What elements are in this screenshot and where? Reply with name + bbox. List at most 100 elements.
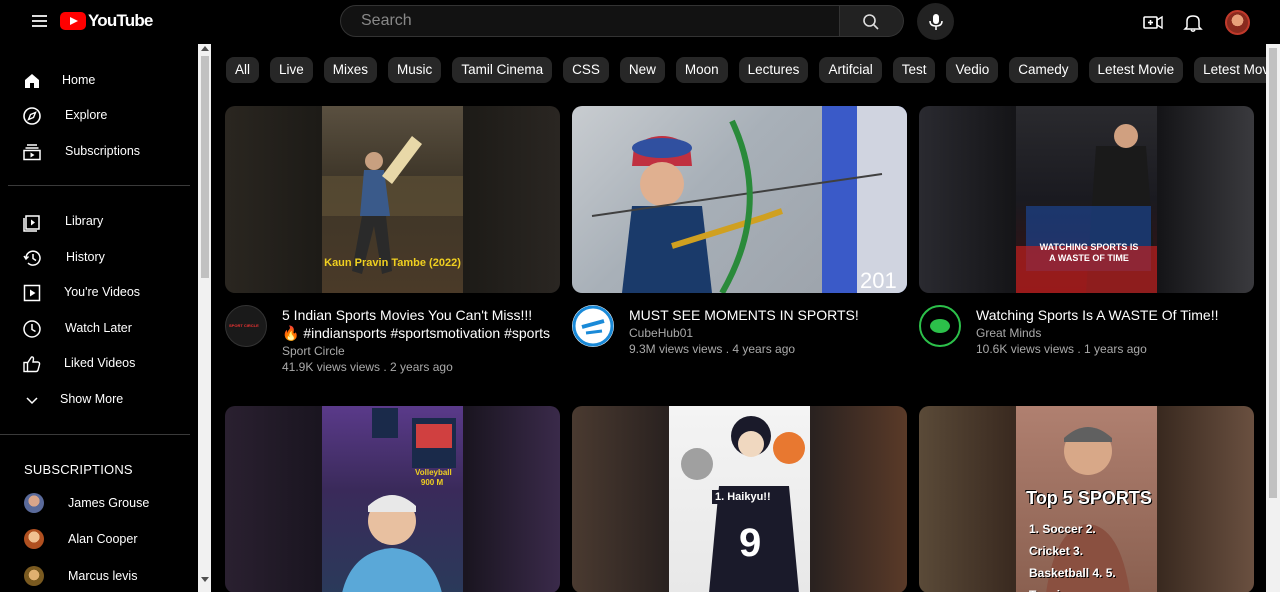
sidebar-item-liked-videos[interactable]: Liked Videos — [0, 346, 197, 380]
video-title[interactable]: MUST SEE MOMENTS IN SPORTS! — [629, 306, 899, 324]
thumbnail-caption: Top 5 SPORTS — [1026, 488, 1152, 508]
sidebar-item-label: Library — [65, 214, 104, 228]
hamburger-menu-icon[interactable] — [28, 12, 50, 30]
subscription-label: Marcus levis — [68, 569, 138, 583]
video-meta: 10.6K views views . 1 years ago — [976, 342, 1147, 356]
thumbnail-caption: WATCHING SPORTS IS A WASTE OF TIME — [1039, 242, 1139, 263]
thumbnail-caption: Kaun Pravin Tambe (2022) — [324, 257, 461, 269]
sidebar-item-label: Subscriptions — [65, 144, 141, 158]
create-video-button[interactable] — [1142, 11, 1164, 33]
thumbnail-caption: 1. Haikyu!! — [712, 490, 774, 504]
subscription-label: Alan Cooper — [68, 532, 138, 546]
sidebar-item-history[interactable]: History — [0, 240, 197, 274]
chip-test[interactable]: Test — [892, 57, 936, 83]
search-icon — [863, 14, 879, 30]
main-scroll-thumb[interactable] — [1269, 48, 1277, 498]
chip-new[interactable]: New — [619, 57, 665, 83]
sidebar-subscription-item[interactable]: James Grouse — [0, 486, 197, 520]
sidebar-scrollbar[interactable] — [198, 44, 211, 592]
archer-graphic — [591, 106, 907, 293]
voice-search-button[interactable] — [917, 3, 954, 40]
sidebar-scroll-thumb[interactable] — [201, 56, 209, 278]
youtube-play-icon — [60, 12, 86, 30]
chip-music[interactable]: Music — [388, 57, 442, 83]
main-scrollbar[interactable] — [1266, 44, 1280, 592]
search-button[interactable] — [840, 5, 904, 37]
sidebar-item-show-more[interactable]: Show More — [0, 382, 197, 416]
video-thumbnail[interactable]: Kaun Pravin Tambe (2022) — [225, 106, 560, 293]
sidebar-item-explore[interactable]: Explore — [0, 98, 197, 132]
video-thumbnail[interactable]: 9 1. Haikyu!! — [572, 406, 907, 592]
chip-lectures[interactable]: Lectures — [738, 57, 809, 83]
chip-mixes[interactable]: Mixes — [323, 57, 378, 83]
chip-letest-movie[interactable]: Letest Movie — [1088, 57, 1184, 83]
thumbnail-image — [322, 406, 463, 592]
search-box — [340, 5, 840, 37]
sports-rant-graphic — [1016, 124, 1157, 293]
chip-camedy[interactable]: Camedy — [1009, 57, 1078, 83]
logo-text: YouTube — [88, 11, 153, 30]
channel-avatar-text: SPORT CIRCLE — [229, 323, 259, 328]
search-input[interactable] — [341, 6, 839, 36]
user-avatar[interactable] — [1225, 10, 1250, 35]
filter-chips-bar: All Live Mixes Music Tamil Cinema CSS New Moon L… — [226, 57, 1266, 83]
channel-name[interactable]: Great Minds — [976, 326, 1041, 340]
video-meta: 41.9K views views . 2 years ago — [282, 360, 453, 374]
channel-avatar[interactable]: SPORT CIRCLE — [225, 305, 267, 347]
chip-tamil-cinema[interactable]: Tamil Cinema — [452, 57, 553, 83]
chip-letest-movie-2[interactable]: Letest Movie — [1194, 57, 1266, 83]
video-title[interactable]: 5 Indian Sports Movies You Can't Miss!!!… — [282, 306, 552, 342]
sidebar: Home Explore Subscriptions Library Histo… — [0, 44, 211, 592]
video-title[interactable]: Watching Sports Is A WASTE Of Time!! — [976, 306, 1246, 324]
scroll-up-arrow-icon[interactable] — [201, 46, 209, 51]
channel-avatar — [24, 529, 44, 549]
subscription-label: James Grouse — [68, 496, 150, 510]
video-thumbnail[interactable]: Volleyball 900 M — [225, 406, 560, 592]
video-add-icon — [1143, 15, 1163, 30]
play-square-icon — [23, 284, 41, 302]
channel-name[interactable]: CubeHub01 — [629, 326, 693, 340]
library-icon — [23, 215, 40, 232]
chip-css[interactable]: CSS — [563, 57, 609, 83]
bell-icon — [1183, 15, 1203, 32]
scroll-down-arrow-icon[interactable] — [201, 577, 209, 582]
sidebar-item-home[interactable]: Home — [0, 63, 197, 97]
compass-icon — [23, 107, 41, 125]
channel-avatar[interactable] — [919, 305, 961, 347]
sidebar-item-label: Home — [62, 73, 96, 87]
video-thumbnail[interactable]: WATCHING SPORTS IS A WASTE OF TIME — [919, 106, 1254, 293]
sidebar-item-label: You're Videos — [64, 285, 141, 299]
chip-vedio[interactable]: Vedio — [946, 57, 999, 83]
notifications-button[interactable] — [1182, 11, 1204, 33]
channel-name[interactable]: Sport Circle — [282, 344, 345, 358]
sidebar-item-subscriptions[interactable]: Subscriptions — [0, 134, 197, 168]
chip-artifcial[interactable]: Artifcial — [819, 57, 882, 83]
streamer-graphic — [342, 408, 456, 592]
sidebar-item-label: History — [66, 250, 105, 264]
chip-all[interactable]: All — [226, 57, 260, 83]
youtube-logo[interactable]: YouTube — [60, 11, 153, 31]
chip-live[interactable]: Live — [270, 57, 313, 83]
sidebar-item-label: Explore — [65, 108, 108, 122]
thumbnail-caption: 201 — [860, 268, 897, 293]
sidebar-item-your-videos[interactable]: You're Videos — [0, 275, 197, 309]
sidebar-subscription-item[interactable]: Alan Cooper — [0, 522, 197, 556]
sidebar-subscription-item[interactable]: Marcus levis — [0, 559, 197, 592]
thumbs-up-icon — [23, 356, 41, 373]
chevron-down-icon — [26, 397, 38, 405]
subscriptions-icon — [23, 144, 41, 161]
microphone-icon — [929, 14, 943, 30]
chip-moon[interactable]: Moon — [675, 57, 728, 83]
thumbnail-image — [1016, 106, 1157, 293]
top-bar: YouTube — [0, 0, 1280, 44]
channel-avatar[interactable] — [572, 305, 614, 347]
sidebar-item-library[interactable]: Library — [0, 204, 197, 238]
history-icon — [23, 250, 41, 266]
video-thumbnail[interactable]: 201 — [572, 106, 907, 293]
thumbnail-caption: Volleyball 900 M — [415, 468, 452, 487]
brain-icon — [930, 319, 950, 333]
sidebar-item-watch-later[interactable]: Watch Later — [0, 311, 197, 345]
svg-text:9: 9 — [739, 521, 761, 565]
video-thumbnail[interactable]: Top 5 SPORTS 1. Soccer 2. Cricket 3. Bas… — [919, 406, 1254, 592]
subscriptions-heading: SUBSCRIPTIONS — [24, 462, 133, 477]
